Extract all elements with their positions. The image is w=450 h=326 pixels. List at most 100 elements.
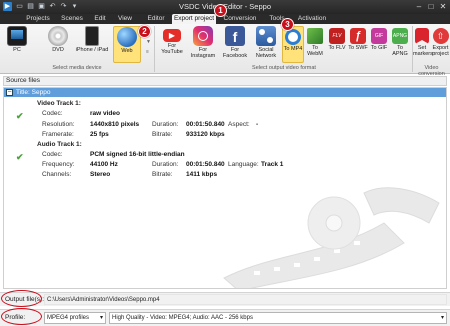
for-instagram-button[interactable]: For Instagram: [187, 26, 219, 63]
for-facebook-label: For Facebook: [222, 47, 248, 59]
codec-label: Codec:: [42, 110, 63, 117]
to-mp4-label: To MP4: [283, 46, 303, 52]
title-label: Title: Seppo: [16, 89, 51, 96]
iphone-ipad-button[interactable]: iPhone / iPad: [73, 26, 111, 63]
set-markers-button[interactable]: Set markers: [413, 26, 433, 63]
media-group-label: Select media device: [52, 65, 102, 71]
collapse-icon[interactable]: −: [6, 89, 13, 96]
format-group-label: Select output video format: [252, 65, 316, 71]
tab-export-project[interactable]: Export project: [172, 14, 216, 24]
audio-track-title: Audio Track 1:: [37, 141, 82, 148]
step-badge-1: 1: [214, 4, 227, 17]
chevron-down-icon: ▾: [99, 315, 103, 321]
title-row[interactable]: − Title: Seppo: [4, 88, 446, 97]
to-webm-button[interactable]: To WebM: [305, 26, 325, 63]
resolution-value: 1440x810 pixels: [90, 121, 140, 128]
audio-codec-value: PCM signed 16-bit little-endian: [90, 151, 185, 158]
tab-view[interactable]: View: [114, 14, 136, 24]
duration-label: Duration:: [152, 121, 179, 128]
source-files-header: Source files: [3, 76, 447, 86]
minimize-icon[interactable]: –: [413, 1, 425, 12]
tab-edit[interactable]: Edit: [90, 14, 110, 24]
export-project-button[interactable]: ⇧ Export project: [431, 26, 450, 63]
swf-icon: ƒ: [350, 28, 366, 44]
profile-highlight-oval: [1, 308, 42, 325]
chevron-down-icon: ▾: [440, 315, 444, 321]
ribbon: PC DVD iPhone / iPad Web ▲▼≡ Select medi…: [0, 24, 450, 77]
dvd-label: DVD: [52, 47, 64, 53]
set-markers-label: Set markers: [413, 45, 433, 57]
quality-selected: High Quality - Video: MPEG4; Audio: AAC …: [112, 315, 253, 321]
pc-label: PC: [13, 47, 21, 53]
aspect-label: Aspect:: [228, 121, 250, 128]
iphone-ipad-label: iPhone / iPad: [75, 47, 109, 53]
for-youtube-button[interactable]: ▶ For YouTube: [157, 26, 187, 63]
to-flv-button[interactable]: FLV To FLV: [327, 26, 347, 63]
resolution-label: Resolution:: [42, 121, 75, 128]
social-network-button[interactable]: Social Network: [251, 26, 281, 63]
frequency-value: 44100 Hz: [90, 161, 118, 168]
audio-duration-value: 00:01:50.840: [186, 161, 225, 168]
duration-label: Duration:: [152, 161, 179, 168]
aspect-value: -: [256, 121, 259, 128]
tab-scenes[interactable]: Scenes: [58, 14, 86, 24]
ribbon-separator: [154, 26, 155, 72]
pc-button[interactable]: PC: [3, 26, 31, 63]
to-gif-button[interactable]: GIF To GIF: [369, 26, 389, 63]
youtube-icon: ▶: [163, 29, 181, 42]
dvd-button[interactable]: DVD: [44, 26, 72, 63]
frequency-label: Frequency:: [42, 161, 75, 168]
pc-monitor-icon: [7, 26, 27, 46]
step-badge-2: 2: [138, 25, 151, 38]
tab-projects[interactable]: Projects: [24, 14, 52, 24]
web-label: Web: [121, 48, 133, 54]
facebook-icon: f: [225, 26, 245, 46]
to-apng-button[interactable]: APNG To APNG: [390, 26, 410, 63]
output-highlight-oval: [1, 290, 42, 307]
language-label: Language:: [228, 161, 259, 168]
quality-dropdown[interactable]: High Quality - Video: MPEG4; Audio: AAC …: [109, 312, 447, 324]
channels-value: Stereo: [90, 171, 111, 178]
close-icon[interactable]: ✕: [437, 1, 449, 12]
webm-icon: [307, 28, 323, 44]
codec-label: Codec:: [42, 151, 63, 158]
video-track-title: Video Track 1:: [37, 100, 81, 107]
tab-activation[interactable]: Activation: [295, 14, 329, 24]
film-strip-watermark: [223, 187, 440, 288]
social-network-label: Social Network: [255, 47, 277, 59]
export-icon: ⇧: [432, 28, 449, 44]
bitrate-label: Bitrate:: [152, 171, 173, 178]
gif-icon: GIF: [371, 28, 387, 44]
for-facebook-button[interactable]: f For Facebook: [219, 26, 251, 63]
social-network-icon: [256, 26, 276, 46]
menu-tabs: Projects Scenes Edit View Editor Export …: [0, 14, 450, 24]
language-value: Track 1: [261, 161, 284, 168]
maximize-icon[interactable]: □: [425, 1, 437, 12]
flag-marker-icon: [415, 28, 429, 44]
video-bitrate-value: 933120 kbps: [186, 131, 225, 138]
bitrate-label: Bitrate:: [152, 131, 173, 138]
to-gif-label: To GIF: [370, 45, 388, 51]
profile-row: Profile: MPEG4 profiles ▾ High Quality -…: [0, 309, 450, 326]
to-mp4-button[interactable]: To MP4: [282, 26, 304, 63]
output-path-field[interactable]: C:\Users\Administrator\Videos\Seppo.mp4: [44, 294, 447, 305]
audio-bitrate-value: 1411 kbps: [186, 171, 218, 178]
step-badge-3: 3: [281, 18, 294, 31]
for-instagram-label: For Instagram: [190, 47, 216, 59]
output-row: Output file(s): C:\Users\Administrator\V…: [0, 292, 450, 306]
to-swf-button[interactable]: ƒ To SWF: [348, 26, 368, 63]
tab-editor[interactable]: Editor: [143, 14, 169, 24]
audio-track-check-icon[interactable]: ✔: [16, 152, 24, 163]
video-track-check-icon[interactable]: ✔: [16, 111, 24, 122]
framerate-value: 25 fps: [90, 131, 109, 138]
tab-conversion[interactable]: Conversion: [222, 14, 258, 24]
video-duration-value: 00:01:50.840: [186, 121, 225, 128]
web-button[interactable]: Web: [113, 26, 141, 63]
to-webm-label: To WebM: [307, 45, 323, 57]
source-files-panel: − Title: Seppo ✔ Video Track 1: Codec: r…: [3, 87, 447, 289]
instagram-icon: [193, 26, 213, 46]
framerate-label: Framerate:: [42, 131, 74, 138]
globe-icon: [117, 27, 137, 47]
profile-dropdown[interactable]: MPEG4 profiles ▾: [44, 312, 106, 324]
video-codec-value: raw video: [90, 110, 120, 117]
